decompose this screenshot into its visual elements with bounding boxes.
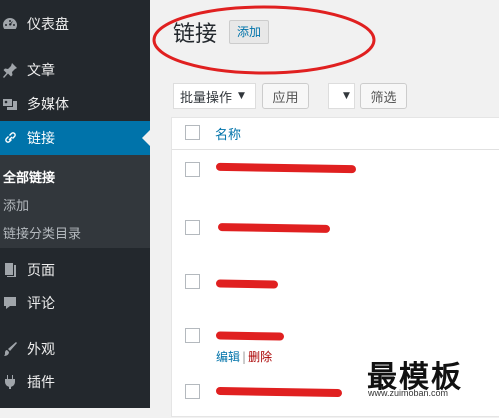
pin-icon	[1, 61, 19, 79]
annotation-circle	[152, 5, 376, 75]
media-icon	[1, 95, 19, 113]
row-checkbox[interactable]	[185, 162, 200, 177]
column-header-name[interactable]: 名称	[215, 124, 241, 143]
action-separator: |	[242, 350, 247, 364]
menu-item-appearance[interactable]: 外观	[0, 332, 150, 366]
bulk-actions-select[interactable]: 批量操作 ▼	[173, 83, 256, 109]
menu-item-dashboard[interactable]: 仪表盘	[0, 7, 150, 41]
submenu-all-links[interactable]: 全部链接	[3, 167, 55, 186]
menu-item-links[interactable]: 链接	[0, 121, 150, 155]
table-row	[172, 262, 499, 317]
row-checkbox[interactable]	[185, 220, 200, 235]
row-checkbox[interactable]	[185, 328, 200, 343]
menu-item-comments[interactable]: 评论	[0, 286, 150, 320]
page-icon	[1, 261, 19, 279]
redaction-mark	[215, 386, 343, 398]
table-row	[172, 206, 499, 261]
bulk-actions-value: 批量操作	[180, 90, 233, 106]
redaction-mark	[215, 279, 279, 289]
links-submenu: 全部链接 添加 链接分类目录	[0, 155, 150, 248]
dashboard-icon	[1, 15, 19, 33]
current-menu-arrow	[142, 130, 150, 146]
chevron-down-icon: ▼	[238, 91, 245, 101]
submenu-link-categories[interactable]: 链接分类目录	[3, 223, 81, 242]
row-checkbox[interactable]	[185, 274, 200, 289]
admin-sidebar: 仪表盘 文章 多媒体 链接 全部链接 添加 链接分类目录 页面 评论 外观 插件	[0, 0, 150, 408]
submenu-add[interactable]: 添加	[3, 195, 29, 214]
delete-link[interactable]: 删除	[248, 350, 272, 364]
menu-label: 评论	[27, 296, 55, 312]
row-actions: 编辑 | 删除	[216, 348, 272, 365]
edit-link[interactable]: 编辑	[216, 350, 240, 364]
watermark-url: www.zuimoban.com	[368, 388, 449, 398]
plugin-icon	[1, 373, 19, 391]
menu-item-posts[interactable]: 文章	[0, 53, 150, 87]
menu-label: 插件	[27, 375, 55, 391]
redaction-mark	[217, 223, 331, 233]
row-checkbox[interactable]	[185, 384, 200, 399]
menu-item-plugins[interactable]: 插件	[0, 365, 150, 399]
brush-icon	[1, 340, 19, 358]
table-row	[172, 150, 499, 205]
menu-label: 文章	[27, 63, 55, 79]
menu-label: 多媒体	[27, 97, 69, 113]
filter-button[interactable]: 筛选	[360, 83, 407, 109]
select-all-checkbox[interactable]	[185, 125, 200, 140]
redaction-mark	[215, 162, 357, 174]
link-icon	[1, 129, 19, 147]
menu-label: 仪表盘	[27, 17, 69, 33]
category-filter-select[interactable]: ▼	[328, 83, 355, 109]
menu-label: 外观	[27, 342, 55, 358]
chevron-down-icon: ▼	[343, 91, 350, 101]
redaction-mark	[215, 331, 285, 341]
menu-label: 页面	[27, 263, 55, 279]
apply-button[interactable]: 应用	[262, 83, 309, 109]
comment-icon	[1, 294, 19, 312]
menu-item-media[interactable]: 多媒体	[0, 87, 150, 121]
menu-label: 链接	[27, 131, 55, 147]
table-header: 名称	[172, 118, 499, 150]
menu-item-pages[interactable]: 页面	[0, 253, 150, 287]
